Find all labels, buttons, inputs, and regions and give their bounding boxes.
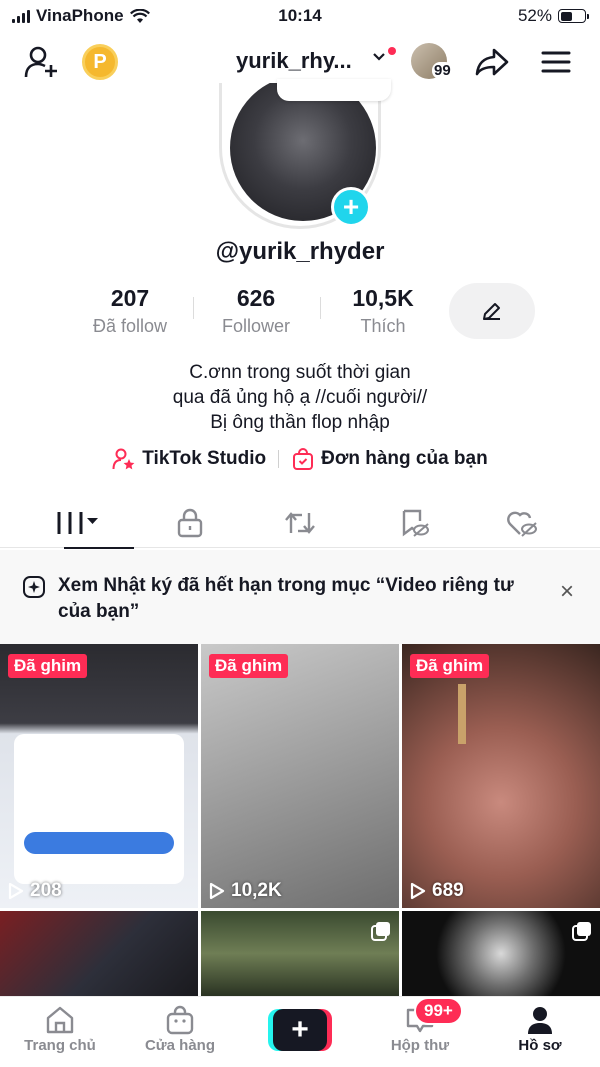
video-thumbnail[interactable]: Đã ghim 208 (0, 644, 198, 908)
profile-bio: C.ơnn trong suốt thời gian qua đã ủng hộ… (0, 360, 600, 435)
video-thumbnail[interactable]: Đã ghim 10,2K (201, 644, 399, 908)
video-thumbnail[interactable] (201, 911, 399, 996)
profile-handle: @yurik_rhyder (215, 238, 385, 265)
heart-hidden-icon (507, 511, 537, 537)
video-grid: Đã ghim 208 Đã ghim 10,2K Đã ghim 689 (0, 644, 600, 996)
nav-profile[interactable]: Hồ sơ (480, 1003, 600, 1054)
battery-icon (558, 9, 589, 23)
stat-likes[interactable]: 10,5K Thích (323, 285, 443, 337)
create-button[interactable]: + (268, 1009, 332, 1051)
video-thumbnail[interactable] (0, 911, 198, 996)
profile-icon (528, 1007, 552, 1034)
stat-followers[interactable]: 626 Follower (196, 285, 316, 337)
video-thumbnail[interactable] (402, 911, 600, 996)
nav-home[interactable]: Trang chủ (0, 1003, 120, 1054)
view-count-value: 10,2K (231, 880, 282, 901)
bio-line: Bị ông thần flop nhập (210, 412, 390, 433)
status-bar: VinaPhone 10:14 52% (0, 0, 600, 32)
view-count: 208 (8, 880, 62, 902)
tiktok-studio-link[interactable]: TikTok Studio (112, 447, 266, 471)
pinned-badge: Đã ghim (8, 654, 88, 678)
view-count-value: 689 (432, 880, 464, 901)
tab-videos[interactable] (20, 498, 140, 549)
profile-links: TikTok Studio Đơn hàng của bạn (0, 447, 600, 471)
note-bubble[interactable] (277, 79, 391, 101)
battery-level (560, 11, 573, 21)
edit-profile-button[interactable] (449, 283, 535, 339)
coin-icon[interactable]: P (82, 44, 118, 80)
play-icon (8, 882, 24, 900)
home-icon (46, 1006, 74, 1034)
grid-icon (57, 512, 98, 534)
view-count-value: 208 (30, 880, 62, 901)
play-icon (209, 882, 225, 900)
stat-following[interactable]: 207 Đã follow (70, 285, 190, 337)
profile-tabs (0, 498, 600, 549)
account-switcher[interactable]: yurik_rhy... (236, 48, 352, 74)
nav-profile-label: Hồ sơ (518, 1037, 562, 1054)
view-count: 689 (410, 880, 464, 902)
shopping-bag-icon (293, 448, 314, 470)
likes-count: 10,5K (352, 285, 414, 311)
studio-icon (112, 448, 135, 470)
lock-icon (177, 508, 203, 538)
nav-inbox-label: Hộp thư (390, 1037, 450, 1054)
friend-count-badge: 99 (432, 62, 453, 79)
pinned-badge: Đã ghim (410, 654, 490, 678)
bottom-nav: Trang chủ Cửa hàng + Hộp thư 99+ Hồ sơ (0, 996, 600, 1067)
nav-shop[interactable]: Cửa hàng (120, 1003, 240, 1054)
view-count: 10,2K (209, 880, 282, 902)
expired-stories-notice[interactable]: Xem Nhật ký đã hết hạn trong mục “Video … (0, 550, 600, 644)
orders-link[interactable]: Đơn hàng của bạn (291, 447, 488, 471)
divider (278, 450, 280, 468)
video-thumbnail[interactable]: Đã ghim 689 (402, 644, 600, 908)
menu-icon[interactable] (538, 46, 574, 78)
likes-label: Thích (360, 316, 406, 336)
followers-label: Follower (221, 316, 291, 336)
tab-liked[interactable] (462, 498, 582, 548)
studio-label: TikTok Studio (142, 448, 267, 469)
tab-private[interactable] (130, 498, 250, 548)
sparkle-icon (23, 576, 45, 598)
profile-avatar[interactable]: + (219, 79, 391, 229)
notice-text: Xem Nhật ký đã hết hạn trong mục “Video … (58, 575, 514, 622)
divider (193, 297, 194, 319)
followers-count: 626 (236, 285, 276, 311)
candle-shape (458, 684, 466, 744)
bio-line: qua đã ủng hộ ạ //cuối người// (172, 387, 428, 408)
bookmark-hidden-icon (402, 509, 429, 537)
tab-reposts[interactable] (240, 498, 360, 548)
battery-percent: 52% (517, 6, 552, 25)
thumbnail-card (14, 734, 184, 884)
create-plus-icon: + (273, 1009, 327, 1051)
nav-home-label: Trang chủ (24, 1037, 96, 1054)
inbox-count-badge: 99+ (414, 997, 463, 1025)
play-icon (410, 882, 426, 900)
orders-label: Đơn hàng của bạn (321, 448, 488, 469)
multi-photo-icon (371, 922, 390, 941)
shop-bag-icon (166, 1005, 194, 1035)
close-icon[interactable]: × (560, 578, 574, 606)
following-label: Đã follow (92, 316, 168, 336)
bio-line: C.ơnn trong suốt thời gian (189, 362, 411, 383)
thumbnail-button-shape (24, 832, 174, 854)
multi-photo-icon (572, 922, 591, 941)
chevron-down-icon[interactable] (372, 52, 386, 62)
add-friend-icon[interactable] (22, 44, 62, 80)
pencil-icon (483, 303, 500, 320)
battery-indicator: 52% (517, 6, 589, 26)
pinned-badge: Đã ghim (209, 654, 289, 678)
nav-shop-label: Cửa hàng (144, 1037, 216, 1054)
following-count: 207 (110, 285, 150, 311)
repost-icon (285, 512, 315, 534)
tab-saved[interactable] (354, 498, 474, 548)
clock: 10:14 (278, 6, 322, 25)
share-icon[interactable] (472, 44, 512, 80)
divider (320, 297, 321, 319)
notification-dot (388, 47, 396, 55)
add-avatar-icon[interactable]: + (331, 187, 371, 227)
